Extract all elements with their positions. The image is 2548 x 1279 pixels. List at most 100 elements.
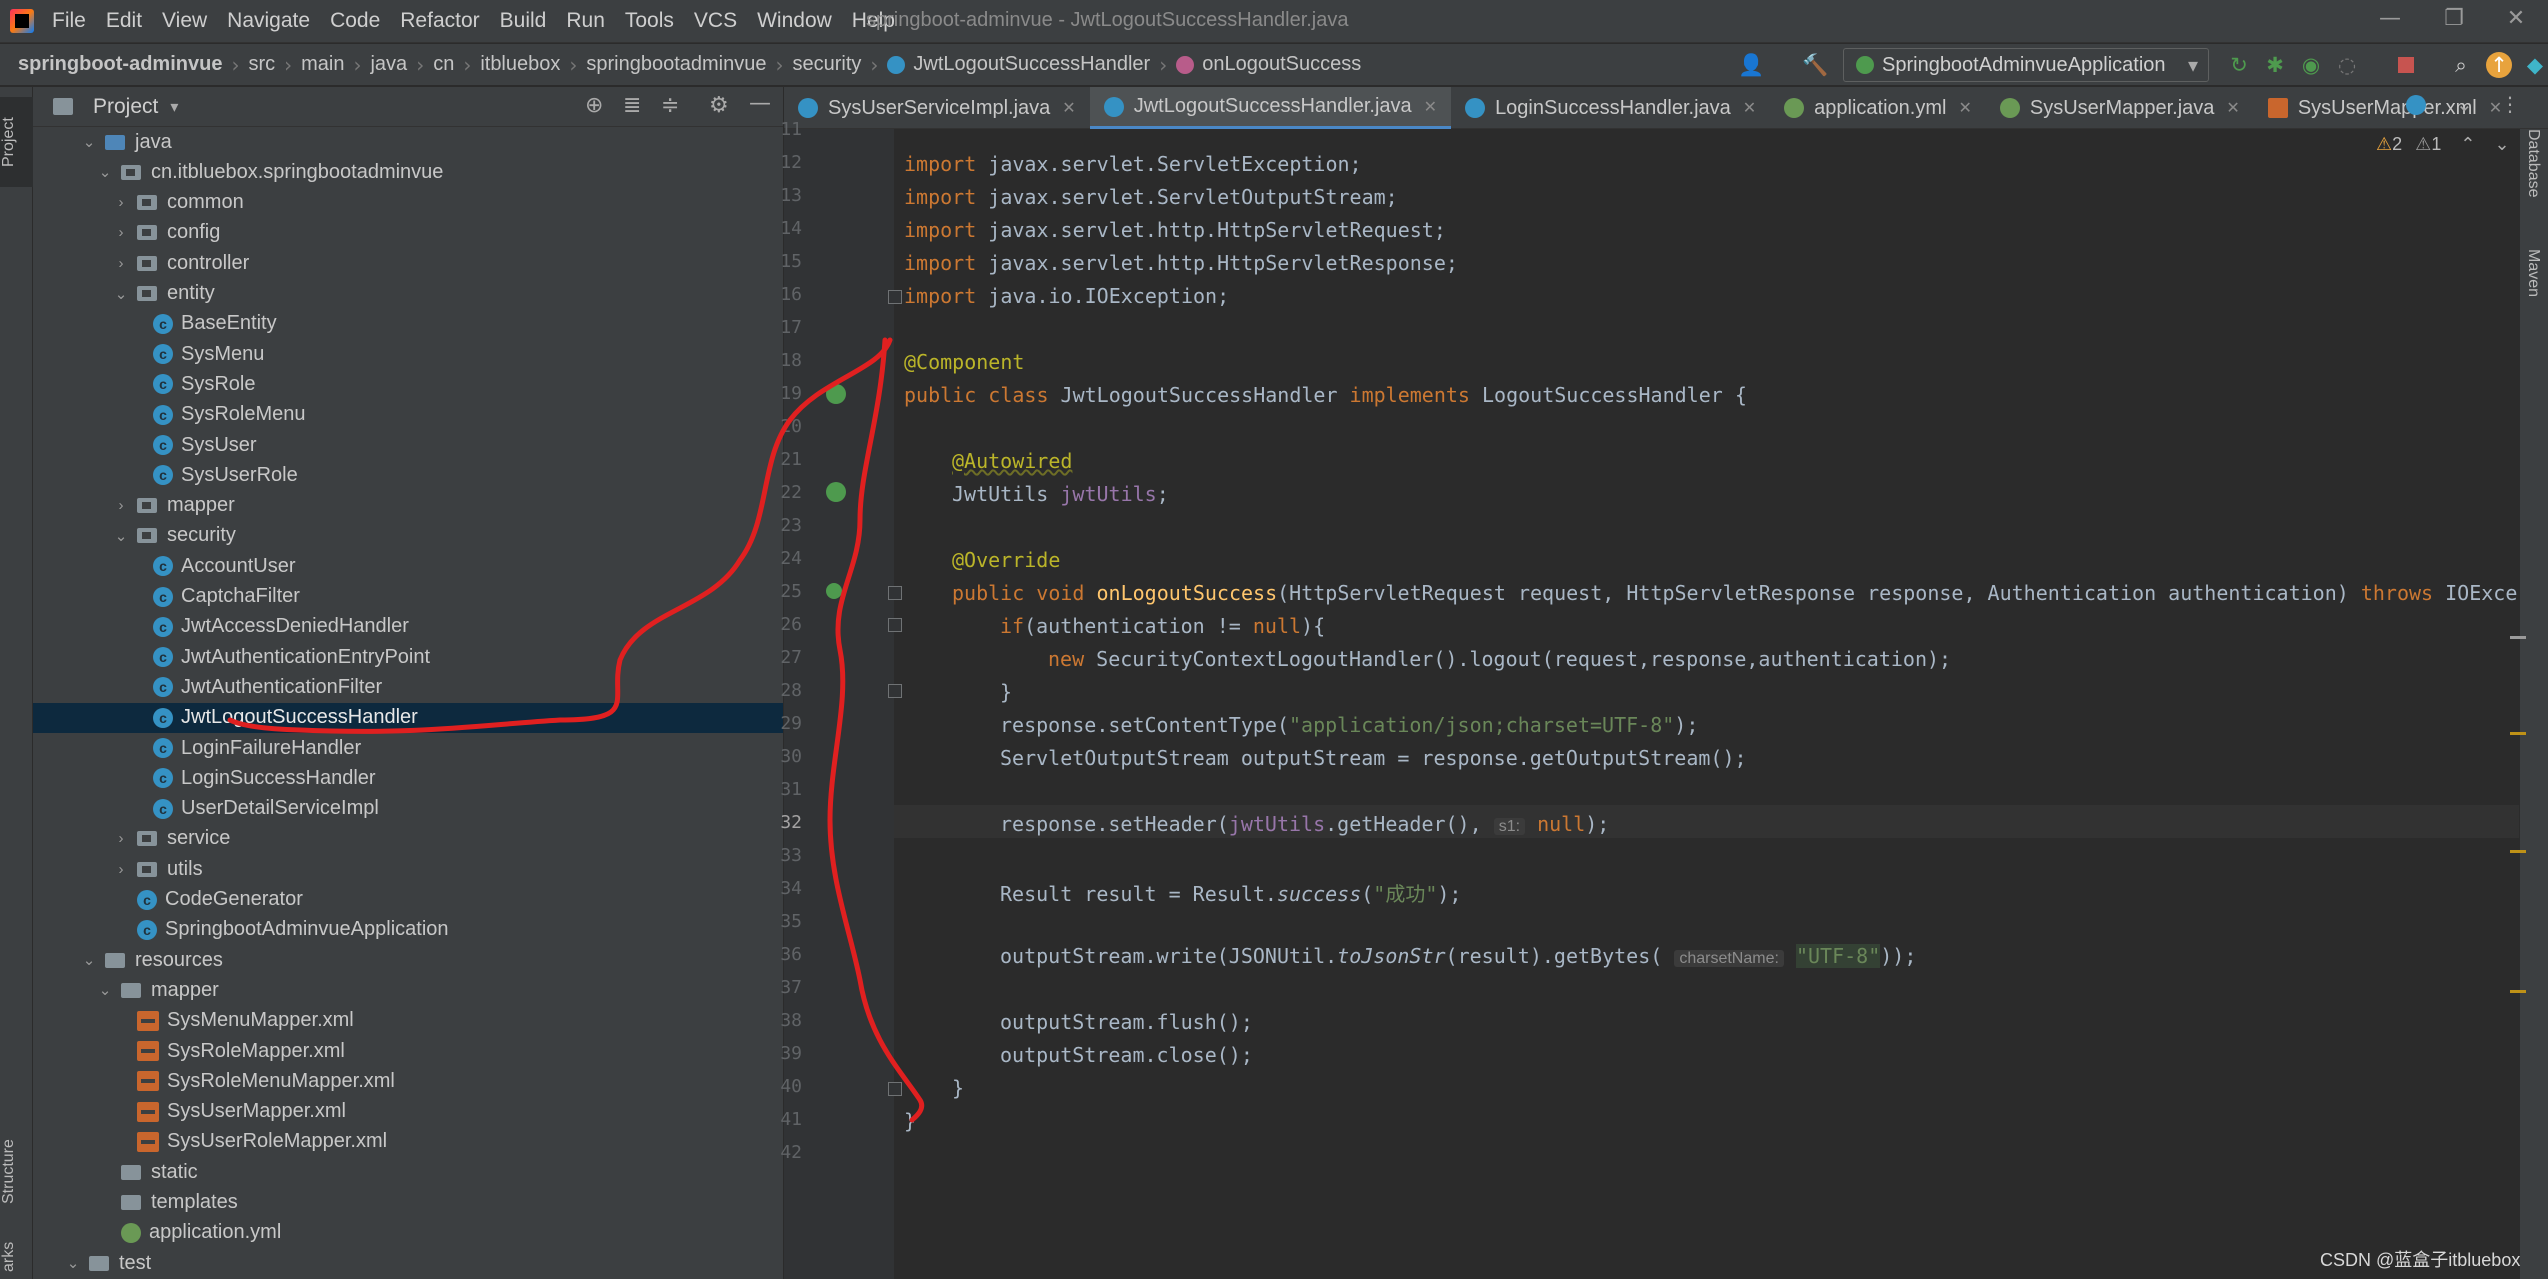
chevron-down-icon[interactable]: ▾ xyxy=(170,97,178,116)
override-gutter-icon[interactable] xyxy=(826,583,842,599)
tree-item[interactable]: › common xyxy=(33,188,783,218)
editor-tab[interactable]: application.yml ✕ xyxy=(1770,87,1986,129)
gear-icon[interactable]: ⚙ xyxy=(709,93,729,118)
update-icon[interactable]: ↑ xyxy=(2486,52,2512,78)
tree-item[interactable]: templates xyxy=(33,1188,783,1218)
tree-item[interactable]: › service xyxy=(33,824,783,854)
project-panel-title[interactable]: Project xyxy=(93,95,158,119)
chevron-down-icon[interactable]: ⌄ xyxy=(81,951,97,969)
collapse-all-icon[interactable]: ≑ xyxy=(661,93,679,118)
menu-file[interactable]: File xyxy=(52,9,86,33)
warning-marker[interactable] xyxy=(2510,732,2526,735)
fold-icon[interactable] xyxy=(888,586,902,600)
database-tool-tab[interactable]: Database xyxy=(2524,129,2542,198)
tree-item[interactable]: c BaseEntity xyxy=(33,309,783,339)
tree-item[interactable]: ⌄ cn.itbluebox.springbootadminvue xyxy=(33,157,783,187)
tree-item[interactable]: c LoginSuccessHandler xyxy=(33,763,783,793)
editor-tab[interactable]: JwtLogoutSuccessHandler.java ✕ xyxy=(1089,87,1452,129)
breadcrumb-item[interactable]: JwtLogoutSuccessHandler xyxy=(887,53,1150,76)
chevron-down-icon[interactable]: ⌄ xyxy=(97,981,113,999)
tree-item[interactable]: ⌄ resources xyxy=(33,945,783,975)
close-tab-icon[interactable]: ✕ xyxy=(1424,97,1437,117)
fold-icon[interactable] xyxy=(888,618,902,632)
close-window-icon[interactable]: ✕ xyxy=(2496,6,2536,31)
tree-item[interactable]: c JwtAccessDeniedHandler xyxy=(33,612,783,642)
tree-item[interactable]: c SpringbootAdminvueApplication xyxy=(33,915,783,945)
tree-item[interactable]: ⌄ security xyxy=(33,521,783,551)
editor-tab[interactable]: SysUserMapper.java ✕ xyxy=(1986,87,2254,129)
structure-tool-tab[interactable]: Structure xyxy=(0,1117,33,1227)
tree-item[interactable]: › utils xyxy=(33,854,783,884)
breadcrumb-item[interactable]: main xyxy=(301,53,344,76)
breadcrumb-item[interactable]: security xyxy=(793,53,862,76)
tree-item[interactable]: › mapper xyxy=(33,491,783,521)
project-tool-tab[interactable]: Project xyxy=(0,97,33,187)
chevron-right-icon[interactable]: › xyxy=(113,497,129,514)
build-hammer-icon[interactable]: 🔨 xyxy=(1802,52,1828,78)
close-tab-icon[interactable]: ✕ xyxy=(2226,98,2239,118)
fold-icon[interactable] xyxy=(888,684,902,698)
menu-window[interactable]: Window xyxy=(757,9,832,33)
tree-item[interactable]: ⌄ entity xyxy=(33,279,783,309)
tree-item[interactable]: ⌄ mapper xyxy=(33,975,783,1005)
tree-item[interactable]: c JwtLogoutSuccessHandler xyxy=(33,702,783,733)
tree-item[interactable]: SysRoleMenuMapper.xml xyxy=(33,1066,783,1096)
menu-run[interactable]: Run xyxy=(566,9,605,33)
chevron-down-icon[interactable]: ⌄ xyxy=(97,163,113,181)
close-tab-icon[interactable]: ✕ xyxy=(1743,98,1756,118)
profile-icon[interactable]: ◌ xyxy=(2334,52,2360,78)
search-icon[interactable]: ⌕ xyxy=(2448,52,2474,78)
editor-tab[interactable]: SysUserServiceImpl.java ✕ xyxy=(784,87,1090,129)
rerun-icon[interactable]: ↻ xyxy=(2226,52,2252,78)
menu-vcs[interactable]: VCS xyxy=(694,9,737,33)
tree-item[interactable]: ⌄ java xyxy=(33,127,783,157)
expand-all-icon[interactable]: ≣ xyxy=(623,93,641,118)
menu-tools[interactable]: Tools xyxy=(625,9,674,33)
breadcrumb-item[interactable]: springboot-adminvue xyxy=(18,53,222,76)
tree-item[interactable]: application.yml xyxy=(33,1218,783,1248)
chevron-right-icon[interactable]: › xyxy=(113,255,129,272)
close-tab-icon[interactable]: ✕ xyxy=(1958,98,1971,118)
tree-item[interactable]: c JwtAuthenticationEntryPoint xyxy=(33,642,783,672)
close-tab-icon[interactable]: ✕ xyxy=(1062,98,1075,118)
intellij-logo-icon[interactable] xyxy=(10,9,34,33)
chevron-down-icon[interactable]: ⌄ xyxy=(2456,92,2473,116)
more-vertical-icon[interactable]: ⋮ xyxy=(2500,92,2520,116)
tree-item[interactable]: c JwtAuthenticationFilter xyxy=(33,672,783,702)
stop-icon[interactable] xyxy=(2398,57,2414,73)
restore-icon[interactable]: ❐ xyxy=(2434,6,2474,31)
locate-icon[interactable]: ⊕ xyxy=(585,93,603,118)
tree-item[interactable]: SysMenuMapper.xml xyxy=(33,1006,783,1036)
tree-item[interactable]: › controller xyxy=(33,248,783,278)
debug-icon[interactable]: ✱ xyxy=(2262,52,2288,78)
breadcrumb-item[interactable]: java xyxy=(370,53,407,76)
tree-item[interactable]: c SysUser xyxy=(33,430,783,460)
tree-item[interactable]: c CodeGenerator xyxy=(33,885,783,915)
warning-marker[interactable] xyxy=(2510,990,2526,993)
chevron-down-icon[interactable]: ⌄ xyxy=(113,527,129,545)
tree-item[interactable]: c SysRole xyxy=(33,369,783,399)
next-highlight-icon[interactable]: ⌄ xyxy=(2494,134,2509,154)
breadcrumb-item[interactable]: src xyxy=(248,53,275,76)
plugin-icon[interactable]: ◆ xyxy=(2522,52,2548,78)
chevron-down-icon[interactable]: ⌄ xyxy=(113,285,129,303)
tree-item[interactable]: c SysRoleMenu xyxy=(33,400,783,430)
maven-tool-tab[interactable]: Maven xyxy=(2524,249,2542,297)
menu-edit[interactable]: Edit xyxy=(106,9,142,33)
chevron-down-icon[interactable]: ⌄ xyxy=(65,1254,81,1272)
scroll-marker[interactable] xyxy=(2510,636,2526,639)
menu-navigate[interactable]: Navigate xyxy=(227,9,310,33)
previous-highlight-icon[interactable]: ⌃ xyxy=(2460,134,2475,154)
tree-item[interactable]: c SysMenu xyxy=(33,339,783,369)
hide-panel-icon[interactable]: — xyxy=(749,91,771,116)
editor-tab[interactable]: LoginSuccessHandler.java ✕ xyxy=(1451,87,1770,129)
coverage-icon[interactable]: ◉ xyxy=(2298,52,2324,78)
chevron-right-icon[interactable]: › xyxy=(113,194,129,211)
tree-item[interactable]: c SysUserRole xyxy=(33,460,783,490)
breadcrumb-item[interactable]: springbootadminvue xyxy=(586,53,766,76)
chevron-right-icon[interactable]: › xyxy=(113,830,129,847)
breadcrumb-item[interactable]: cn xyxy=(433,53,454,76)
bean-gutter-icon[interactable] xyxy=(826,384,846,404)
tree-item[interactable]: c LoginFailureHandler xyxy=(33,733,783,763)
tree-item[interactable]: c UserDetailServiceImpl xyxy=(33,794,783,824)
